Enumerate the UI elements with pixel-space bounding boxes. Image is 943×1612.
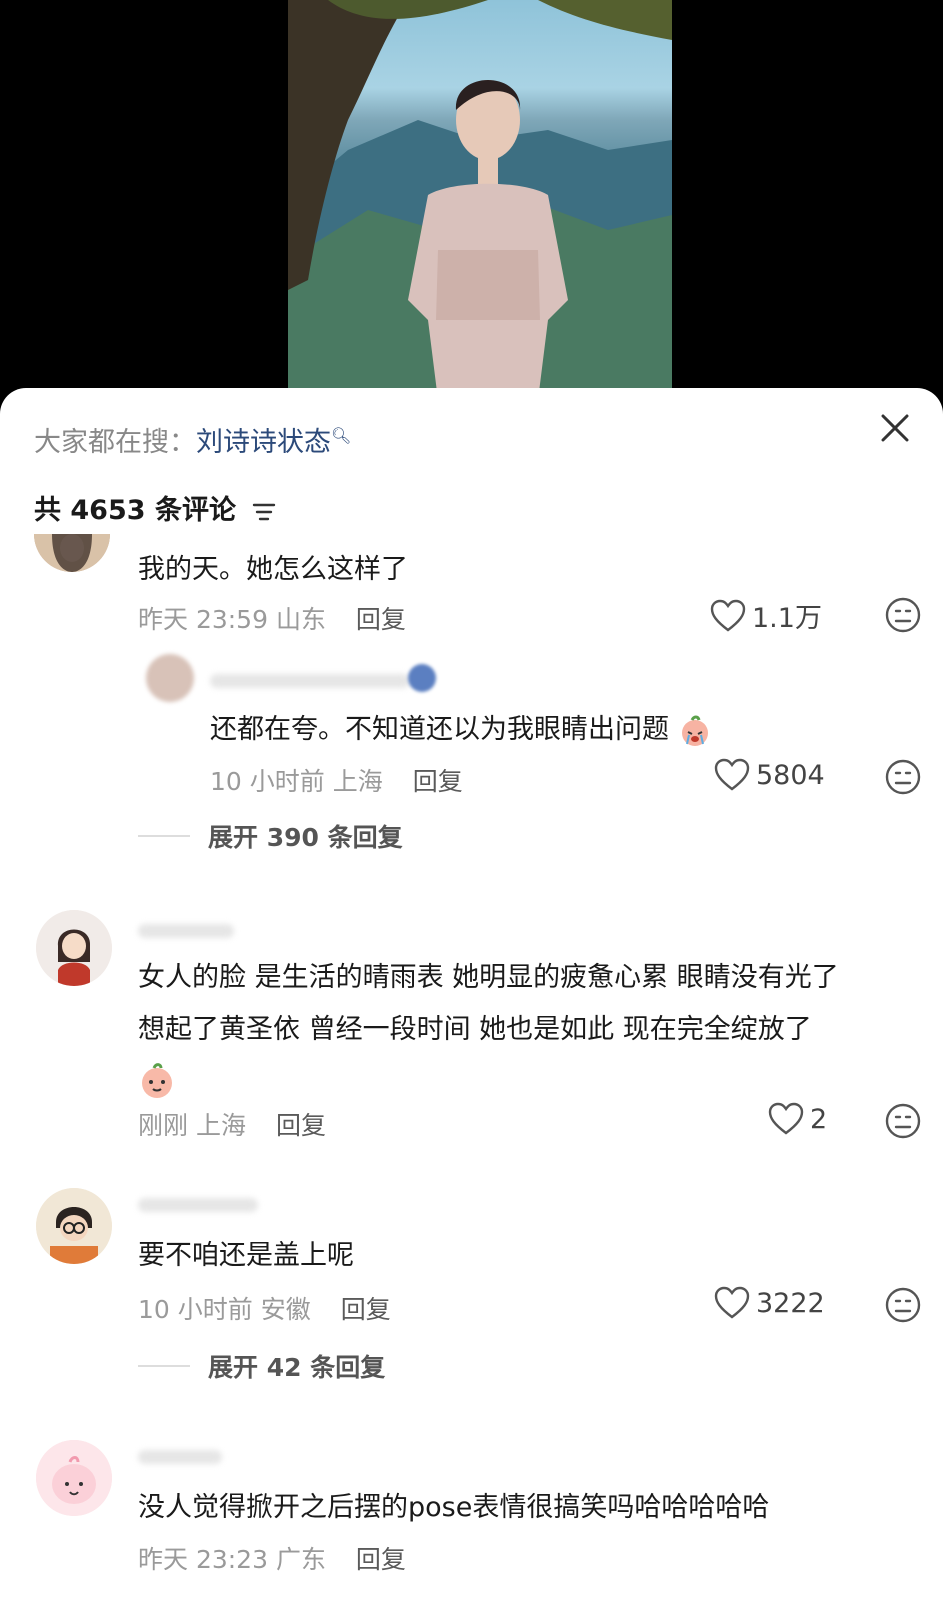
dislike-face-icon[interactable] (884, 1102, 922, 1140)
reply-avatar[interactable] (146, 654, 194, 702)
comment-location: 安徽 (260, 1295, 311, 1324)
username-blurred (210, 674, 410, 688)
video-thumbnail[interactable] (288, 0, 672, 400)
comment-time: 昨天 23:23 (138, 1545, 268, 1574)
comment-count: 共 4653 条评论 (34, 495, 236, 526)
comment-meta: 昨天 23:23 广东 回复 (138, 1540, 406, 1576)
reply-button[interactable]: 回复 (341, 1295, 391, 1324)
like-count: 3222 (756, 1287, 825, 1319)
filter-icon[interactable] (251, 501, 277, 523)
username-blurred (138, 1450, 222, 1464)
username-blurred (138, 1198, 258, 1212)
expand-replies-button[interactable]: 展开 42 条回复 (138, 1348, 385, 1384)
avatar[interactable] (34, 534, 110, 572)
comment-location: 上海 (195, 1111, 246, 1140)
avatar-image (36, 910, 112, 986)
comment-location: 山东 (275, 605, 326, 634)
reply-button[interactable]: 回复 (276, 1111, 326, 1140)
avatar[interactable] (36, 1440, 112, 1516)
dislike-face-icon[interactable] (884, 758, 922, 796)
search-suggestion[interactable]: 大家都在搜：刘诗诗状态🔍︎ (34, 420, 351, 459)
close-icon[interactable] (877, 410, 913, 446)
search-prefix: 大家都在搜： (34, 427, 196, 458)
heart-icon (710, 599, 746, 632)
comment-count-header: 共 4653 条评论 (34, 488, 277, 527)
expand-replies-label: 展开 42 条回复 (208, 1353, 386, 1382)
dislike-face-icon[interactable] (884, 596, 922, 634)
comment-text-line1: 女人的脸 是生活的晴雨表 她明显的疲惫心累 眼睛没有光了 (138, 962, 839, 993)
reply-button[interactable]: 回复 (413, 767, 463, 796)
like-button[interactable]: 5804 (714, 758, 825, 792)
reply-text: 还都在夸。不知道还以为我眼睛出问题 (210, 704, 712, 756)
video-area[interactable] (0, 0, 943, 400)
comment-text: 我的天。她怎么这样了 (138, 554, 408, 585)
avatar-image (36, 1440, 112, 1516)
expand-replies-label: 展开 390 条回复 (208, 823, 403, 852)
expand-replies-button[interactable]: 展开 390 条回复 (138, 818, 403, 854)
like-count: 5804 (756, 759, 825, 791)
reply-button[interactable]: 回复 (356, 605, 406, 634)
username-blurred (138, 924, 234, 938)
comment-time: 刚刚 (138, 1111, 189, 1140)
heart-icon (714, 1286, 750, 1319)
avatar[interactable] (36, 910, 112, 986)
comment-location: 广东 (275, 1545, 326, 1574)
dislike-face-icon[interactable] (884, 1286, 922, 1324)
crying-peach-emoji-icon (681, 715, 708, 746)
avatar-image (34, 534, 110, 572)
heart-icon (714, 758, 750, 791)
reply-location: 上海 (332, 767, 383, 796)
user-badge-icon (408, 664, 436, 692)
reply-time: 10 小时前 (210, 767, 325, 796)
avatar-image (36, 1188, 112, 1264)
like-count: 1.1万 (752, 603, 822, 634)
comment-text: 没人觉得掀开之后摆的pose表情很搞笑吗哈哈哈哈哈 (138, 1492, 770, 1523)
like-button[interactable]: 3222 (714, 1286, 825, 1320)
peach-emoji-icon (142, 1063, 172, 1098)
comment-meta: 昨天 23:59 山东 回复 (138, 600, 406, 636)
divider-line (138, 835, 190, 837)
like-button[interactable]: 1.1万 (710, 596, 822, 635)
reply-meta: 10 小时前 上海 回复 (210, 762, 463, 798)
like-button[interactable]: 2 (768, 1102, 827, 1136)
divider-line (138, 1365, 190, 1367)
comment-text-line2: 想起了黄圣依 曾经一段时间 她也是如此 现在完全绽放了 (138, 1014, 812, 1045)
heart-icon (768, 1102, 804, 1135)
comments-sheet: 大家都在搜：刘诗诗状态🔍︎ 共 4653 条评论 我的天。她怎么这样了 昨天 2… (0, 388, 943, 1612)
like-count: 2 (810, 1103, 828, 1135)
comment-meta: 刚刚 上海 回复 (138, 1106, 326, 1142)
reply-button[interactable]: 回复 (356, 1545, 406, 1574)
comment-time: 10 小时前 (138, 1295, 253, 1324)
comment-meta: 10 小时前 安徽 回复 (138, 1290, 391, 1326)
thumbnail-scene (288, 0, 672, 400)
reply-text-content: 还都在夸。不知道还以为我眼睛出问题 (210, 714, 669, 745)
search-icon: 🔍︎ (331, 426, 352, 445)
comment-text: 要不咱还是盖上呢 (138, 1240, 354, 1271)
search-term-link[interactable]: 刘诗诗状态 (196, 427, 331, 458)
comment-time: 昨天 23:59 (138, 605, 268, 634)
avatar[interactable] (36, 1188, 112, 1264)
